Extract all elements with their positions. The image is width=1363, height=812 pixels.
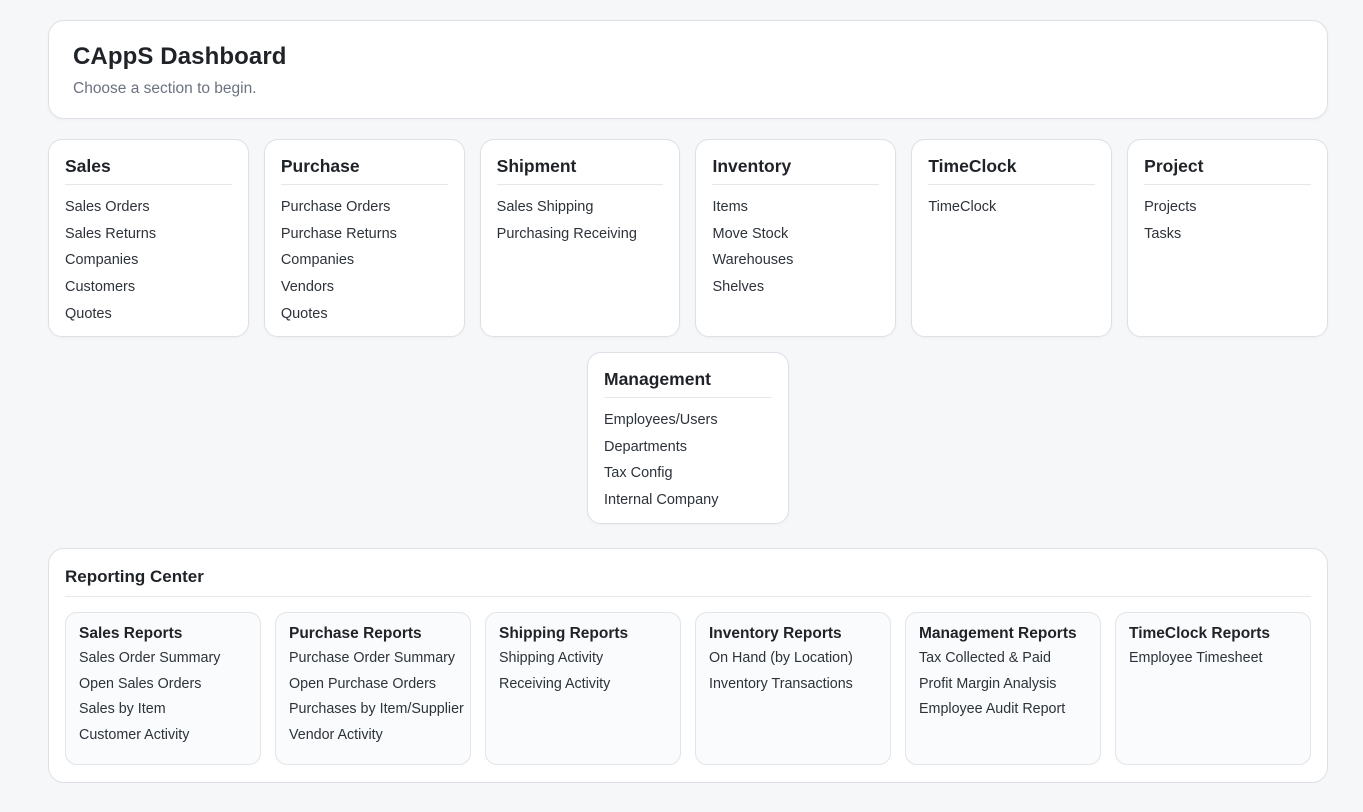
nav-link-quotes[interactable]: Quotes [65, 301, 232, 328]
nav-link-quotes[interactable]: Quotes [281, 301, 448, 328]
report-link-customer-activity[interactable]: Customer Activity [79, 723, 247, 749]
reporting-center: Reporting Center Sales Reports Sales Ord… [48, 548, 1328, 783]
report-groups: Sales Reports Sales Order Summary Open S… [65, 612, 1311, 765]
report-group-title: Inventory Reports [709, 625, 842, 642]
nav-link-purchase-returns[interactable]: Purchase Returns [281, 221, 448, 248]
report-link-sales-by-item[interactable]: Sales by Item [79, 697, 247, 723]
report-card-shipping: Shipping Reports Shipping Activity Recei… [485, 612, 681, 765]
nav-link-tax-config[interactable]: Tax Config [604, 460, 772, 487]
section-card-inventory: Inventory Items Move Stock Warehouses Sh… [695, 139, 897, 337]
nav-link-sales-returns[interactable]: Sales Returns [65, 221, 232, 248]
page-subtitle: Choose a section to begin. [73, 80, 257, 97]
report-group-title: Shipping Reports [499, 625, 629, 642]
report-card-sales: Sales Reports Sales Order Summary Open S… [65, 612, 261, 765]
nav-link-vendors[interactable]: Vendors [281, 274, 448, 301]
nav-link-timeclock[interactable]: TimeClock [928, 194, 1095, 221]
nav-link-sales-shipping[interactable]: Sales Shipping [497, 194, 664, 221]
report-link-shipping-activity[interactable]: Shipping Activity [499, 646, 667, 672]
report-group-title: Sales Reports [79, 625, 183, 642]
nav-link-purchase-orders[interactable]: Purchase Orders [281, 194, 448, 221]
report-group-title: Management Reports [919, 625, 1077, 642]
section-card-sales: Sales Sales Orders Sales Returns Compani… [48, 139, 249, 337]
report-link-sales-order-summary[interactable]: Sales Order Summary [79, 646, 247, 672]
report-card-inventory: Inventory Reports On Hand (by Location) … [695, 612, 891, 765]
nav-link-items[interactable]: Items [712, 194, 879, 221]
nav-link-purchasing-receiving[interactable]: Purchasing Receiving [497, 221, 664, 248]
report-link-open-purchase-orders[interactable]: Open Purchase Orders [289, 672, 457, 698]
section-title: Management [604, 369, 772, 398]
report-group-title: TimeClock Reports [1129, 625, 1270, 642]
section-card-project: Project Projects Tasks [1127, 139, 1328, 337]
section-title: Inventory [712, 156, 880, 185]
report-link-tax-collected-paid[interactable]: Tax Collected & Paid [919, 646, 1087, 672]
section-title: Project [1144, 156, 1311, 185]
section-card-shipment: Shipment Sales Shipping Purchasing Recei… [479, 139, 681, 337]
report-link-purchase-order-summary[interactable]: Purchase Order Summary [289, 646, 457, 672]
report-link-profit-margin-analysis[interactable]: Profit Margin Analysis [919, 672, 1087, 698]
report-card-management: Management Reports Tax Collected & Paid … [905, 612, 1101, 765]
nav-link-customers[interactable]: Customers [65, 274, 232, 301]
nav-link-shelves[interactable]: Shelves [712, 274, 879, 301]
nav-link-warehouses[interactable]: Warehouses [712, 247, 879, 274]
nav-link-companies[interactable]: Companies [65, 247, 232, 274]
report-link-receiving-activity[interactable]: Receiving Activity [499, 672, 667, 698]
section-title: Shipment [496, 156, 664, 185]
report-group-title: Purchase Reports [289, 625, 422, 642]
section-card-timeclock: TimeClock TimeClock [911, 139, 1113, 337]
nav-link-internal-company[interactable]: Internal Company [604, 487, 772, 514]
report-link-employee-audit-report[interactable]: Employee Audit Report [919, 697, 1087, 723]
report-link-employee-timesheet[interactable]: Employee Timesheet [1129, 646, 1297, 672]
nav-link-tasks[interactable]: Tasks [1144, 221, 1311, 248]
report-link-on-hand-by-location[interactable]: On Hand (by Location) [709, 646, 877, 672]
section-title: TimeClock [928, 156, 1096, 185]
report-card-purchase: Purchase Reports Purchase Order Summary … [275, 612, 471, 765]
nav-link-companies[interactable]: Companies [281, 247, 448, 274]
dashboard-header: CAppS Dashboard Choose a section to begi… [48, 20, 1328, 119]
page-title: CAppS Dashboard [73, 43, 287, 70]
section-card-purchase: Purchase Purchase Orders Purchase Return… [263, 139, 465, 337]
section-title: Purchase [280, 156, 448, 185]
nav-link-sales-orders[interactable]: Sales Orders [65, 194, 232, 221]
report-link-open-sales-orders[interactable]: Open Sales Orders [79, 672, 247, 698]
report-link-inventory-transactions[interactable]: Inventory Transactions [709, 672, 877, 698]
reporting-center-title: Reporting Center [65, 567, 1311, 597]
nav-link-departments[interactable]: Departments [604, 434, 772, 461]
section-title: Sales [65, 156, 232, 185]
report-link-purchases-by-item-supplier[interactable]: Purchases by Item/Supplier [289, 697, 464, 723]
report-card-timeclock: TimeClock Reports Employee Timesheet [1115, 612, 1311, 765]
nav-link-move-stock[interactable]: Move Stock [712, 221, 879, 248]
report-link-vendor-activity[interactable]: Vendor Activity [289, 723, 457, 749]
section-cards-row: Sales Sales Orders Sales Returns Compani… [48, 139, 1328, 337]
nav-link-employees-users[interactable]: Employees/Users [604, 407, 772, 434]
section-card-management: Management Employees/Users Departments T… [587, 352, 789, 524]
nav-link-projects[interactable]: Projects [1144, 194, 1311, 221]
